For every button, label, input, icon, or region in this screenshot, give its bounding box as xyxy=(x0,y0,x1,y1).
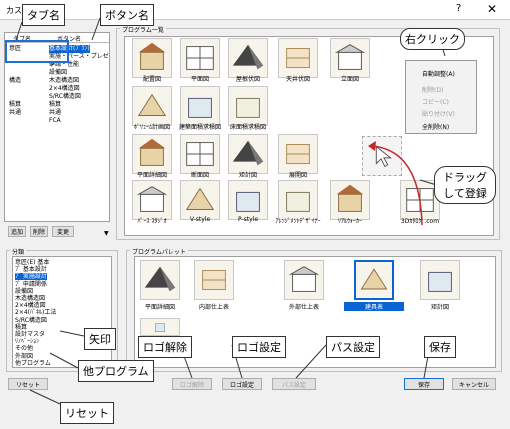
palette-icon[interactable] xyxy=(140,260,180,300)
program-icon[interactable] xyxy=(330,38,370,78)
program-label: 展開図 xyxy=(288,172,307,179)
button-name-cell[interactable]: 共通 xyxy=(49,109,61,117)
palette-icon[interactable] xyxy=(140,318,180,336)
callout-logo-clear: ロゴ解除 xyxy=(138,336,192,358)
program-icon[interactable] xyxy=(132,134,172,174)
context-menu[interactable]: 自動調整(A) 削除(D) コピー(C) 貼り付け(V) 全削除(N) xyxy=(405,60,477,134)
program-icon[interactable] xyxy=(228,86,268,126)
category-item[interactable]: ﾌﾟ 申請関係 xyxy=(15,281,47,288)
program-icon[interactable] xyxy=(228,180,268,220)
callout-other-program: 他プログラム xyxy=(78,360,154,382)
button-name-cell[interactable]: FCA xyxy=(49,117,61,125)
path-set-button[interactable]: パス設定 xyxy=(272,378,316,390)
change-button[interactable]: 変更 xyxy=(52,226,74,237)
delete-button[interactable]: 削除 xyxy=(30,226,48,237)
palette-icon[interactable] xyxy=(420,260,460,300)
palette-label: 内部仕上表 xyxy=(198,304,229,311)
move-down-icon[interactable]: ▼ xyxy=(104,230,109,237)
program-label: 天井伏図 xyxy=(285,76,310,83)
callout-tab-name: タブ名 xyxy=(22,4,65,26)
category-item[interactable]: S/RC構造図 xyxy=(15,317,47,324)
button-name-cell[interactable]: S/RC構造図 xyxy=(49,93,81,101)
palette-label: 平面詳細図 xyxy=(144,304,175,311)
callout-button-name: ボタン名 xyxy=(100,4,154,26)
button-name-cell[interactable]: 積算 xyxy=(49,101,61,109)
program-icon[interactable] xyxy=(180,86,220,126)
add-button[interactable]: 追加 xyxy=(8,226,26,237)
callout-save: 保存 xyxy=(424,336,456,358)
program-icon[interactable] xyxy=(132,86,172,126)
button-name-cell[interactable]: 木造構造図 xyxy=(49,77,79,85)
program-icon[interactable] xyxy=(132,38,172,78)
program-icon[interactable] xyxy=(180,134,220,174)
palette-label: 矩計図 xyxy=(430,304,449,311)
category-item[interactable]: 設備図 xyxy=(15,288,33,295)
ctx-delete[interactable]: 削除(D) xyxy=(422,85,443,94)
tab-highlight-box xyxy=(5,40,69,63)
program-icon[interactable] xyxy=(180,180,220,220)
category-item[interactable]: 積算 xyxy=(15,324,27,331)
help-button[interactable]: ? xyxy=(456,3,461,14)
save-button[interactable]: 保存 xyxy=(404,378,444,390)
callout-path-set: パス設定 xyxy=(326,336,380,358)
callout-arrow: 矢印 xyxy=(84,328,116,350)
palette-title: プログラムパレット xyxy=(130,247,188,256)
tab-name-cell[interactable]: 積算 xyxy=(9,101,21,109)
close-button[interactable]: ✕ xyxy=(487,2,497,16)
program-label: ﾘｱﾙｳｫｰｶｰ xyxy=(337,218,362,225)
drag-ghost-icon xyxy=(362,136,402,176)
category-item[interactable]: 他プログラム xyxy=(15,360,51,367)
category-item[interactable]: 木造構造図 xyxy=(15,295,45,302)
button-name-cell[interactable]: 2×4構造図 xyxy=(49,85,80,93)
callout-drag-register: ドラッグして登録 xyxy=(434,166,496,204)
logo-clear-button[interactable]: ロゴ解除 xyxy=(172,378,212,390)
ctx-auto-adjust[interactable]: 自動調整(A) xyxy=(422,69,455,78)
palette-label: 外部仕上表 xyxy=(288,304,319,311)
program-icon[interactable] xyxy=(330,180,370,220)
reset-button[interactable]: リセット xyxy=(8,378,48,390)
program-icon[interactable] xyxy=(180,38,220,78)
category-title: 分類 xyxy=(10,247,27,256)
category-item[interactable]: その他 xyxy=(15,345,33,352)
program-icon[interactable] xyxy=(228,38,268,78)
button-name-cell[interactable]: 設備図 xyxy=(49,69,67,77)
program-label: 3Dｶﾀﾛｸﾞ.com xyxy=(400,218,440,225)
callout-reset: リセット xyxy=(60,402,114,424)
logo-set-button[interactable]: ロゴ設定 xyxy=(222,378,262,390)
program-icon[interactable] xyxy=(278,38,318,78)
program-icon[interactable] xyxy=(278,180,318,220)
callout-logo-set: ロゴ設定 xyxy=(232,336,286,358)
tab-name-cell[interactable]: 共通 xyxy=(9,109,21,117)
palette-icon[interactable] xyxy=(194,260,234,300)
palette-icon[interactable] xyxy=(354,260,394,300)
category-item[interactable]: 意匠(E) 基本 xyxy=(15,259,49,266)
category-list[interactable]: 意匠(E) 基本 ﾌﾟ 基本設計 ﾌﾟ 実施設計 ﾌﾟ 申請関係 設備図 木造構造図 2×4… xyxy=(12,256,112,368)
title-bar: カスタマイズ ? ✕ xyxy=(0,0,510,20)
cancel-button[interactable]: キャンセル xyxy=(452,378,496,390)
program-label: 床面積求積図 xyxy=(229,124,266,131)
program-label: 立面図 xyxy=(340,76,359,83)
tab-name-cell[interactable]: 構造 xyxy=(9,77,21,85)
palette-icon[interactable] xyxy=(284,260,324,300)
category-item[interactable]: ﾌﾟ 実施設計 xyxy=(15,273,47,281)
program-icon[interactable] xyxy=(228,134,268,174)
ctx-delete-all[interactable]: 全削除(N) xyxy=(422,122,449,131)
category-item[interactable]: 2×4(ﾊﾟﾈﾙ)工法 xyxy=(15,309,56,316)
program-icon[interactable] xyxy=(278,134,318,174)
ctx-paste[interactable]: 貼り付け(V) xyxy=(422,109,455,118)
category-item[interactable]: 外部図 xyxy=(15,353,33,360)
category-item[interactable]: 設計マスタ xyxy=(15,331,45,338)
palette-label: 建具表 xyxy=(344,302,404,311)
program-list-title: プログラム一覧 xyxy=(120,25,166,34)
program-label: ｱﾚﾝｼﾞﾒﾝﾄﾃﾞｻﾞｲﾅｰ xyxy=(275,218,321,225)
program-icon[interactable] xyxy=(132,180,172,220)
ctx-copy[interactable]: コピー(C) xyxy=(422,97,449,106)
callout-right-click: 右クリック xyxy=(400,28,465,50)
